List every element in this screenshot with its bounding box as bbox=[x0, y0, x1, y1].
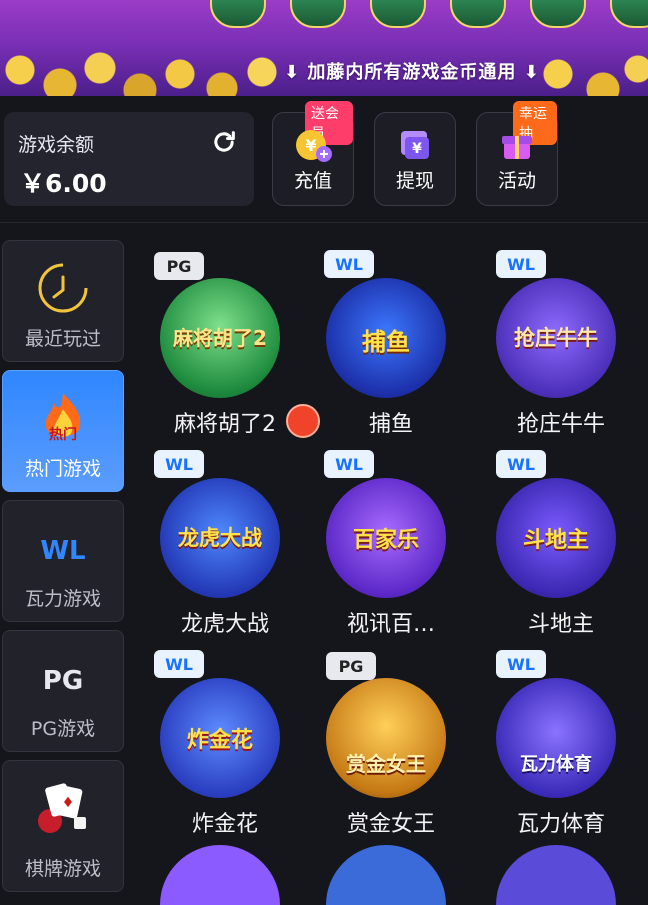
svg-text:WL: WL bbox=[40, 536, 85, 566]
provider-badge: WL bbox=[496, 250, 546, 278]
sidebar-item-label: 棋牌游戏 bbox=[24, 858, 101, 880]
sidebar-item-label: 最近玩过 bbox=[24, 328, 101, 350]
recharge-button[interactable]: 送会员 ¥ 充值 bbox=[272, 101, 354, 206]
divider bbox=[0, 222, 648, 223]
banner-thumb bbox=[530, 0, 586, 28]
withdraw-label: 提现 bbox=[395, 170, 434, 192]
game-tile-mahjong-ways-2[interactable]: 麻将胡了2 PG 麻将胡了2 bbox=[140, 250, 310, 440]
wl-logo-icon: WL bbox=[40, 536, 85, 566]
provider-badge: WL bbox=[154, 450, 204, 478]
sidebar-item-cards[interactable]: ♦ 棋牌游戏 bbox=[2, 760, 124, 892]
game-name: 视讯百… bbox=[346, 612, 435, 637]
sidebar-item-label: PG游戏 bbox=[30, 718, 96, 740]
game-name: 龙虎大战 bbox=[180, 612, 269, 637]
game-tile-qiangzhuang-niuniu[interactable]: 抢庄牛牛 WL 抢庄牛牛 bbox=[476, 250, 646, 440]
game-name: 抢庄牛牛 bbox=[516, 412, 605, 437]
svg-text:PG: PG bbox=[43, 666, 83, 696]
balance-amount: ￥6.00 bbox=[20, 169, 107, 198]
provider-badge: WL bbox=[154, 650, 204, 678]
game-tile-fishing[interactable]: 捕鱼 WL 捕鱼 bbox=[306, 250, 476, 440]
hot-flame-icon: 热门 bbox=[45, 393, 81, 443]
game-name: 炸金花 bbox=[191, 812, 258, 837]
sidebar-item-wl[interactable]: WL 瓦力游戏 bbox=[2, 500, 124, 622]
banner-game-thumbs bbox=[210, 0, 648, 28]
game-name: 赏金女王 bbox=[346, 812, 435, 837]
banner-tagline: ⬇ 加藤内所有游戏金币通用 ⬇ bbox=[284, 58, 540, 84]
down-arrow-icon: ⬇ bbox=[284, 62, 301, 83]
provider-badge: PG bbox=[326, 652, 376, 680]
coins-decoration bbox=[0, 30, 300, 96]
sidebar-item-hot[interactable]: 热门 热门游戏 bbox=[2, 370, 124, 492]
game-tile-partial[interactable] bbox=[496, 845, 616, 905]
game-name: 斗地主 bbox=[527, 612, 594, 637]
withdraw-icon: ¥ bbox=[401, 131, 429, 159]
provider-badge: WL bbox=[496, 450, 546, 478]
banner-tagline-text: 加藤内所有游戏金币通用 bbox=[307, 62, 517, 83]
pg-logo-icon: PG bbox=[43, 666, 83, 696]
recharge-label: 充值 bbox=[293, 170, 332, 192]
game-name: 捕鱼 bbox=[368, 412, 413, 437]
svg-text:♦: ♦ bbox=[62, 795, 75, 811]
game-tile-bounty-queen[interactable]: 赏金女王 PG 赏金女王 bbox=[306, 650, 476, 840]
watermark-logo bbox=[286, 404, 320, 438]
game-art: 瓦力体育 bbox=[496, 678, 616, 798]
game-name: 瓦力体育 bbox=[516, 812, 605, 837]
game-tile-wali-sports[interactable]: 瓦力体育 WL 瓦力体育 bbox=[476, 650, 646, 840]
game-art: 斗地主 bbox=[496, 478, 616, 598]
banner-thumb bbox=[290, 0, 346, 28]
provider-badge: WL bbox=[496, 650, 546, 678]
game-tile-doudizhu[interactable]: 斗地主 WL 斗地主 bbox=[476, 450, 646, 640]
game-art: 捕鱼 bbox=[326, 278, 446, 398]
clock-icon bbox=[38, 263, 88, 313]
svg-text:¥: ¥ bbox=[412, 141, 422, 157]
balance-card: 游戏余额 ￥6.00 bbox=[4, 112, 254, 206]
activity-button[interactable]: 幸运抽 活动 bbox=[476, 101, 558, 206]
banner-thumb bbox=[370, 0, 426, 28]
banner-thumb bbox=[610, 0, 648, 28]
provider-badge: PG bbox=[154, 252, 204, 280]
withdraw-button[interactable]: ¥ 提现 bbox=[374, 112, 456, 206]
sidebar-item-label: 热门游戏 bbox=[24, 458, 101, 480]
down-arrow-icon: ⬇ bbox=[523, 62, 540, 83]
game-tile-zhajinhua[interactable]: 炸金花 WL 炸金花 bbox=[140, 650, 310, 840]
banner-thumb bbox=[450, 0, 506, 28]
game-tile-baccarat[interactable]: 百家乐 WL 视讯百… bbox=[306, 450, 476, 640]
provider-badge: WL bbox=[324, 450, 374, 478]
svg-text:热门: 热门 bbox=[49, 426, 77, 443]
game-name: 麻将胡了2 bbox=[174, 412, 276, 437]
gift-icon bbox=[502, 136, 532, 159]
game-art: 百家乐 bbox=[326, 478, 446, 598]
game-art: 炸金花 bbox=[160, 678, 280, 798]
activity-label: 活动 bbox=[497, 170, 536, 192]
game-art: 龙虎大战 bbox=[160, 478, 280, 598]
sidebar-item-pg[interactable]: PG PG游戏 bbox=[2, 630, 124, 752]
game-art: 抢庄牛牛 bbox=[496, 278, 616, 398]
cards-icon: ♦ bbox=[38, 783, 86, 833]
game-tile-partial[interactable] bbox=[326, 845, 446, 905]
sidebar-item-recent[interactable]: 最近玩过 bbox=[2, 240, 124, 362]
sidebar-item-label: 瓦力游戏 bbox=[24, 588, 101, 610]
provider-badge: WL bbox=[324, 250, 374, 278]
balance-label: 游戏余额 bbox=[18, 134, 95, 156]
svg-text:¥: ¥ bbox=[305, 136, 316, 155]
refresh-icon[interactable] bbox=[210, 128, 238, 156]
game-tile-dragon-tiger[interactable]: 龙虎大战 WL 龙虎大战 bbox=[140, 450, 310, 640]
promo-banner[interactable]: ⬇ 加藤内所有游戏金币通用 ⬇ bbox=[0, 0, 648, 96]
coin-plus-icon: ¥ bbox=[296, 130, 332, 162]
game-tile-partial[interactable] bbox=[160, 845, 280, 905]
game-art: 赏金女王 bbox=[326, 678, 446, 798]
banner-thumb bbox=[210, 0, 266, 28]
game-art: 麻将胡了2 bbox=[160, 278, 280, 398]
coins-decoration-right bbox=[528, 34, 648, 96]
